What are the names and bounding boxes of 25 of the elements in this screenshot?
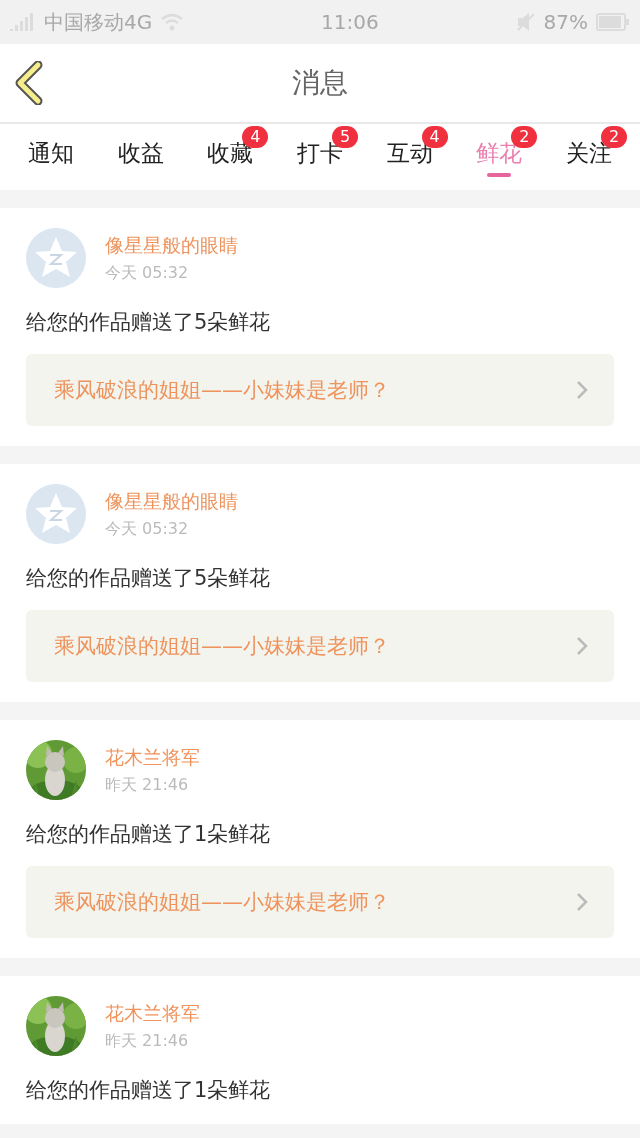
message-text: 给您的作品赠送了1朵鲜花 (26, 1077, 272, 1104)
carrier-label: 中国移动4G (44, 8, 153, 36)
page-title: 消息 (292, 65, 348, 101)
clock-time: 11:06 (320, 10, 380, 34)
tab[interactable]: 收益 (95, 124, 186, 190)
tab[interactable]: 通知 (6, 124, 96, 190)
message-text: 给您的作品赠送了5朵鲜花 (26, 309, 272, 336)
work-link[interactable]: 乘风破浪的姐姐——小妹妹是老师？ (26, 354, 614, 426)
work-link[interactable]: 乘风破浪的姐姐——小妹妹是老师？ (26, 866, 614, 938)
back-chevron-icon (14, 61, 44, 105)
work-link[interactable]: 乘风破浪的姐姐——小妹妹是老师？ (26, 610, 614, 682)
battery-percent: 87% (543, 10, 588, 34)
chevron-right-icon (576, 892, 588, 912)
message-text: 给您的作品赠送了1朵鲜花 (26, 821, 272, 848)
message-time: 今天 05:32 (105, 262, 190, 284)
message-time: 今天 05:32 (105, 518, 190, 540)
message-time: 昨天 21:46 (105, 1030, 190, 1052)
chevron-right-icon (576, 380, 588, 400)
chevron-right-icon (576, 636, 588, 656)
user-name[interactable]: 像星星般的眼睛 (105, 488, 238, 515)
user-name[interactable]: 像星星般的眼睛 (105, 232, 238, 259)
message-time: 昨天 21:46 (105, 774, 190, 796)
message-text: 给您的作品赠送了5朵鲜花 (26, 565, 272, 592)
user-name[interactable]: 花木兰将军 (105, 744, 200, 771)
user-name[interactable]: 花木兰将军 (105, 1000, 200, 1027)
